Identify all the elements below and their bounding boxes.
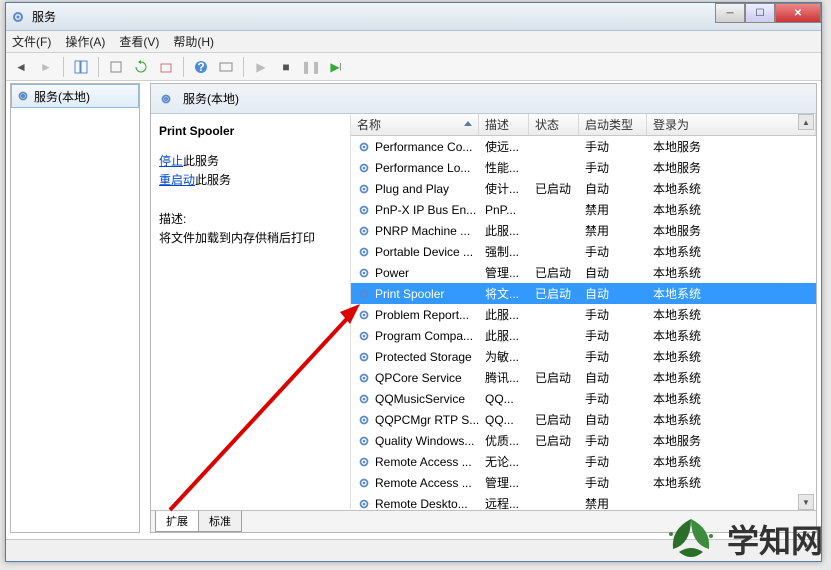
menubar: 文件(F) 操作(A) 查看(V) 帮助(H) [6,31,821,53]
pause-service-button[interactable]: ❚❚ [300,56,322,78]
stop-service-button[interactable]: ■ [275,56,297,78]
service-row[interactable]: PNRP Machine ...此服...禁用本地服务 [351,220,816,241]
service-row[interactable]: Plug and Play使计...已启动自动本地系统 [351,178,816,199]
titlebar[interactable]: 服务 ─ ☐ ✕ [6,3,821,31]
minimize-button[interactable]: ─ [715,3,745,23]
service-row[interactable]: Remote Access ...无论...手动本地系统 [351,451,816,472]
service-row[interactable]: Quality Windows...优质...已启动手动本地服务 [351,430,816,451]
tree-panel: 服务(本地) [10,83,140,533]
description-text: 将文件加载到内存供稍后打印 [159,229,342,246]
toolbar-icon[interactable] [215,56,237,78]
tree-root-item[interactable]: 服务(本地) [11,84,139,108]
help-button[interactable]: ? [190,56,212,78]
start-service-button[interactable]: ▶ [250,56,272,78]
watermark-text: 学知网 [727,516,823,562]
description-label: 描述: [159,210,342,227]
stop-link[interactable]: 停止 [159,154,183,168]
service-row[interactable]: QPCore Service腾讯...已启动自动本地系统 [351,367,816,388]
tab-standard[interactable]: 标准 [198,511,242,532]
content-area: 服务(本地) 服务(本地) Print Spooler 停止此服务 重启动此服务… [6,81,821,535]
service-row[interactable]: Protected Storage为敏...手动本地系统 [351,346,816,367]
window-title: 服务 [32,8,56,25]
service-row[interactable]: PnP-X IP Bus En...PnP...禁用本地系统 [351,199,816,220]
restart-link[interactable]: 重启动 [159,173,195,187]
service-row[interactable]: Remote Deskto...远程...禁用 [351,493,816,510]
service-row[interactable]: Performance Co...使远...手动本地服务 [351,136,816,157]
column-status[interactable]: 状态 [529,114,579,135]
list-panel: 服务(本地) Print Spooler 停止此服务 重启动此服务 描述: 将文… [150,83,817,533]
tab-extended[interactable]: 扩展 [155,511,199,532]
selected-service-name: Print Spooler [159,124,342,138]
maximize-button[interactable]: ☐ [745,3,775,23]
restart-service-button[interactable]: ▶| [325,56,347,78]
service-row[interactable]: Power管理...已启动自动本地系统 [351,262,816,283]
service-list[interactable]: 名称 描述 状态 启动类型 登录为 Performance Co...使远...… [351,114,816,510]
column-description[interactable]: 描述 [479,114,529,135]
refresh-button[interactable] [130,56,152,78]
list-header: 名称 描述 状态 启动类型 登录为 [351,114,816,136]
close-button[interactable]: ✕ [775,3,821,23]
scroll-down-button[interactable]: ▼ [798,494,814,510]
menu-file[interactable]: 文件(F) [12,33,51,50]
service-row[interactable]: QQMusicServiceQQ...手动本地系统 [351,388,816,409]
service-row[interactable]: Print Spooler将文...已启动自动本地系统 [351,283,816,304]
scroll-up-button[interactable]: ▲ [798,114,814,130]
export-button[interactable] [155,56,177,78]
watermark: 学知网 [661,514,823,564]
leaf-icon [661,514,721,564]
menu-view[interactable]: 查看(V) [119,33,159,50]
toolbar: ◄ ► ? ▶ ■ ❚❚ ▶| [6,53,821,81]
service-row[interactable]: QQPCMgr RTP S...QQ...已启动自动本地系统 [351,409,816,430]
properties-button[interactable] [105,56,127,78]
service-row[interactable]: Program Compa...此服...手动本地系统 [351,325,816,346]
detail-pane: Print Spooler 停止此服务 重启动此服务 描述: 将文件加载到内存供… [151,114,351,510]
column-startup[interactable]: 启动类型 [579,114,647,135]
column-name[interactable]: 名称 [351,114,479,135]
menu-help[interactable]: 帮助(H) [173,33,214,50]
service-row[interactable]: Problem Report...此服...手动本地系统 [351,304,816,325]
column-logon[interactable]: 登录为 [647,114,816,135]
panel-header: 服务(本地) [151,84,816,114]
forward-button[interactable]: ► [35,56,57,78]
gear-icon [10,9,26,25]
tree-root-label: 服务(本地) [34,88,90,105]
show-hide-button[interactable] [70,56,92,78]
panel-title: 服务(本地) [183,90,239,107]
service-row[interactable]: Portable Device ...强制...手动本地系统 [351,241,816,262]
back-button[interactable]: ◄ [10,56,32,78]
svg-text:?: ? [197,60,204,74]
services-window: 服务 ─ ☐ ✕ 文件(F) 操作(A) 查看(V) 帮助(H) ◄ ► ? ▶… [5,2,822,562]
gear-icon [16,89,30,103]
sort-indicator-icon [464,121,472,126]
gear-icon [159,92,173,106]
menu-action[interactable]: 操作(A) [65,33,105,50]
service-row[interactable]: Remote Access ...管理...手动本地系统 [351,472,816,493]
service-row[interactable]: Performance Lo...性能...手动本地服务 [351,157,816,178]
